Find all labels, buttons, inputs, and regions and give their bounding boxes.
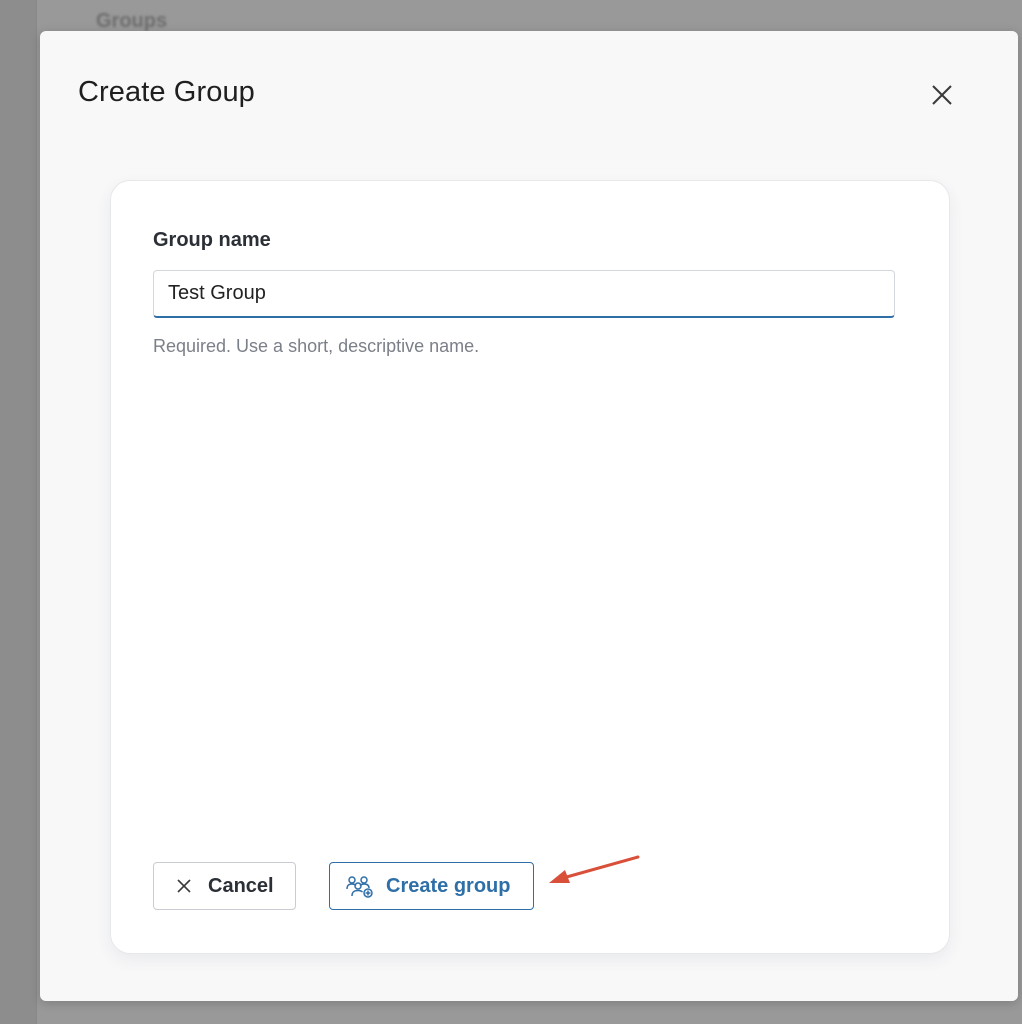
cancel-button-label: Cancel [208,874,274,897]
form-card: Group name Required. Use a short, descri… [110,180,950,954]
cancel-button[interactable]: Cancel [153,862,296,910]
group-name-label: Group name [153,229,271,251]
annotation-arrow [549,855,640,883]
create-group-button-label: Create group [386,874,511,897]
background-sidebar [0,0,37,1024]
dialog-close-button[interactable] [924,77,960,113]
close-icon [931,84,953,106]
create-group-dialog: Create Group Group name Required. Use a … [40,31,1018,1001]
create-group-button[interactable]: Create group [329,862,534,910]
group-name-input[interactable] [153,270,895,318]
group-add-icon [346,874,374,898]
background-page-heading: Groups [96,10,168,32]
group-name-helper-text: Required. Use a short, descriptive name. [153,336,480,356]
dialog-title: Create Group [78,76,255,108]
close-icon [176,878,192,894]
